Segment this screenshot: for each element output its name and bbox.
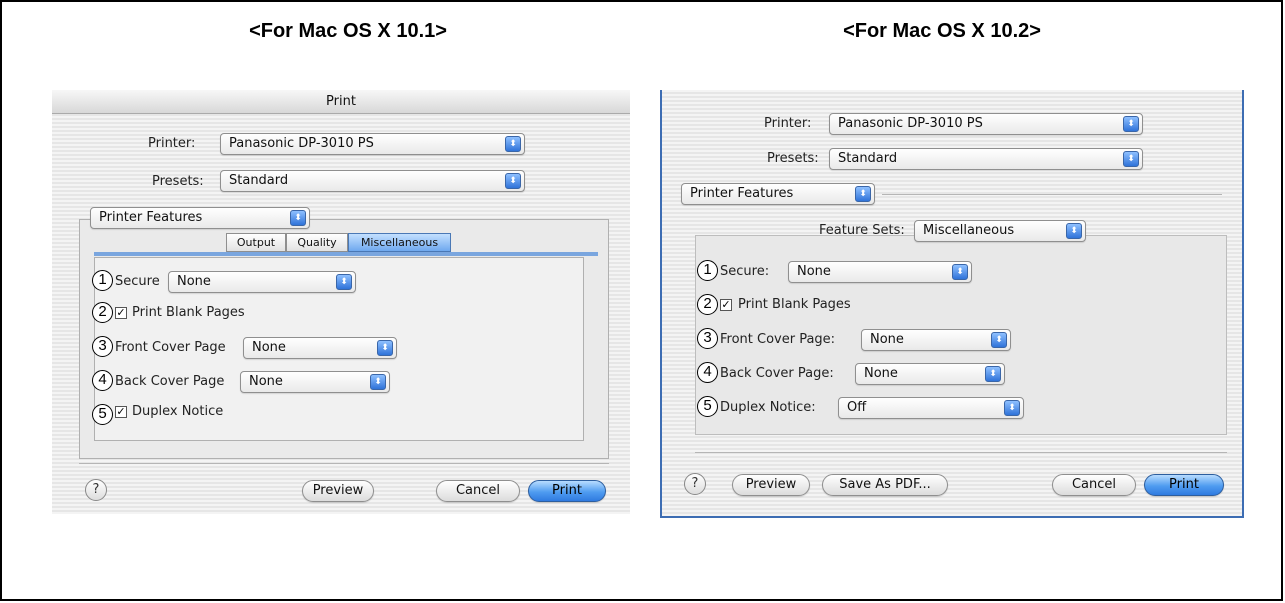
- tab-miscellaneous[interactable]: Miscellaneous: [348, 233, 451, 252]
- save-as-pdf-button[interactable]: Save As PDF...: [822, 474, 948, 496]
- popup-arrow-icon: ⬍: [377, 340, 393, 356]
- window-title: Print: [326, 94, 356, 109]
- printer-label: Printer:: [148, 136, 196, 151]
- duplex-notice-value: Off: [847, 400, 867, 415]
- print-button[interactable]: Print: [528, 480, 606, 502]
- popup-arrow-icon: ⬍: [370, 374, 386, 390]
- tab-strip-line: [94, 252, 598, 256]
- duplex-notice-label: Duplex Notice: [132, 404, 224, 419]
- front-cover-value: None: [252, 340, 286, 355]
- secure-popup[interactable]: None ⬍: [788, 261, 972, 283]
- print-blank-pages-checkbox[interactable]: ✓: [720, 299, 732, 311]
- popup-arrow-icon: ⬍: [985, 366, 1001, 382]
- printer-popup[interactable]: Panasonic DP-3010 PS ⬍: [829, 113, 1143, 135]
- popup-arrow-icon: ⬍: [505, 136, 521, 152]
- duplex-notice-checkbox[interactable]: ✓: [115, 406, 127, 418]
- print-button[interactable]: Print: [1144, 474, 1224, 496]
- preview-button[interactable]: Preview: [732, 474, 810, 496]
- preview-button[interactable]: Preview: [302, 480, 374, 502]
- front-cover-value: None: [870, 332, 904, 347]
- callout-3: 3: [697, 328, 718, 349]
- print-blank-pages-checkbox[interactable]: ✓: [115, 307, 127, 319]
- feature-sets-value: Miscellaneous: [923, 223, 1015, 238]
- callout-2: 2: [92, 302, 113, 323]
- back-cover-label: Back Cover Page:: [720, 366, 834, 381]
- front-cover-popup[interactable]: None ⬍: [243, 337, 397, 359]
- help-button[interactable]: ?: [684, 473, 706, 495]
- callout-1: 1: [92, 270, 113, 291]
- secure-label: Secure: [115, 274, 160, 289]
- callout-4: 4: [92, 370, 113, 391]
- secure-value: None: [797, 264, 831, 279]
- heading-mac-os-10-1: <For Mac OS X 10.1>: [249, 20, 447, 42]
- secure-label: Secure:: [720, 264, 770, 279]
- panel-popup[interactable]: Printer Features ⬍: [90, 207, 310, 229]
- front-cover-label: Front Cover Page: [115, 340, 226, 355]
- front-cover-label: Front Cover Page:: [720, 332, 836, 347]
- divider: [882, 194, 1222, 195]
- duplex-notice-label: Duplex Notice:: [720, 400, 816, 415]
- popup-arrow-icon: ⬍: [1004, 400, 1020, 416]
- back-cover-value: None: [864, 366, 898, 381]
- popup-arrow-icon: ⬍: [1123, 116, 1139, 132]
- back-cover-popup[interactable]: None ⬍: [240, 371, 390, 393]
- presets-value: Standard: [838, 151, 898, 166]
- printer-label: Printer:: [764, 116, 812, 131]
- duplex-notice-popup[interactable]: Off ⬍: [838, 397, 1024, 419]
- presets-popup[interactable]: Standard ⬍: [220, 170, 525, 192]
- presets-label: Presets:: [767, 151, 819, 166]
- title-bar: Print: [52, 90, 630, 114]
- help-button[interactable]: ?: [85, 479, 107, 501]
- callout-5: 5: [92, 404, 113, 425]
- back-cover-label: Back Cover Page: [115, 374, 225, 389]
- back-cover-value: None: [249, 374, 283, 389]
- feature-sets-popup[interactable]: Miscellaneous ⬍: [914, 220, 1086, 242]
- tab-quality[interactable]: Quality: [286, 233, 348, 252]
- callout-3: 3: [92, 336, 113, 357]
- callout-1: 1: [697, 260, 718, 281]
- popup-arrow-icon: ⬍: [855, 186, 871, 202]
- heading-mac-os-10-2: <For Mac OS X 10.2>: [843, 20, 1041, 42]
- popup-arrow-icon: ⬍: [952, 264, 968, 280]
- presets-label: Presets:: [152, 174, 204, 189]
- print-dialog-10-1: Print Printer: Panasonic DP-3010 PS ⬍ Pr…: [52, 90, 630, 514]
- cancel-button[interactable]: Cancel: [1052, 474, 1136, 496]
- divider: [695, 452, 1227, 453]
- print-blank-pages-label: Print Blank Pages: [738, 297, 851, 312]
- callout-4: 4: [697, 362, 718, 383]
- secure-value: None: [177, 274, 211, 289]
- print-dialog-10-2: Printer: Panasonic DP-3010 PS ⬍ Presets:…: [660, 90, 1244, 518]
- printer-popup[interactable]: Panasonic DP-3010 PS ⬍: [220, 133, 525, 155]
- feature-sets-label: Feature Sets:: [819, 223, 905, 238]
- print-blank-pages-label: Print Blank Pages: [132, 305, 245, 320]
- presets-popup[interactable]: Standard ⬍: [829, 148, 1143, 170]
- secure-popup[interactable]: None ⬍: [168, 271, 356, 293]
- panel-value: Printer Features: [690, 186, 794, 201]
- callout-2: 2: [697, 294, 718, 315]
- popup-arrow-icon: ⬍: [290, 210, 306, 226]
- divider: [79, 463, 609, 464]
- popup-arrow-icon: ⬍: [505, 173, 521, 189]
- popup-arrow-icon: ⬍: [991, 332, 1007, 348]
- printer-value: Panasonic DP-3010 PS: [838, 116, 983, 131]
- cancel-button[interactable]: Cancel: [436, 480, 520, 502]
- printer-value: Panasonic DP-3010 PS: [229, 136, 374, 151]
- front-cover-popup[interactable]: None ⬍: [861, 329, 1011, 351]
- back-cover-popup[interactable]: None ⬍: [855, 363, 1005, 385]
- panel-popup[interactable]: Printer Features ⬍: [681, 183, 875, 205]
- callout-5: 5: [697, 396, 718, 417]
- presets-value: Standard: [229, 173, 289, 188]
- popup-arrow-icon: ⬍: [1066, 223, 1082, 239]
- panel-value: Printer Features: [99, 210, 203, 225]
- popup-arrow-icon: ⬍: [1123, 151, 1139, 167]
- tab-output[interactable]: Output: [226, 233, 286, 252]
- popup-arrow-icon: ⬍: [336, 274, 352, 290]
